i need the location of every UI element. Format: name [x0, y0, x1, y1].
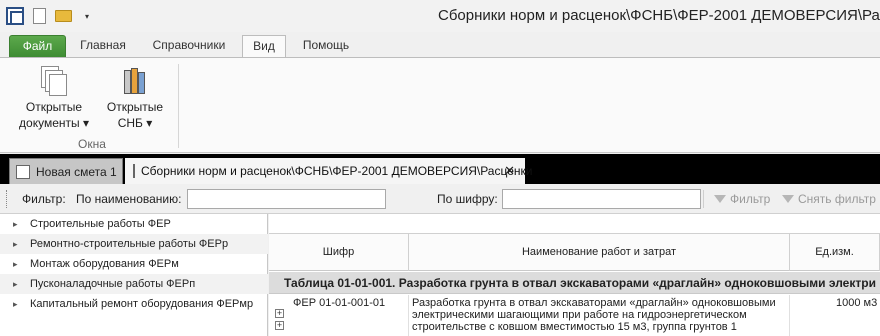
expand-arrow-icon[interactable]: ▸ [13, 234, 18, 254]
catalog-icon [133, 164, 135, 178]
ribbon-group-separator [178, 64, 179, 148]
cell-name: Разработка грунта в отвал экскаваторами … [409, 295, 790, 336]
rates-grid: Шифр Наименование работ и затрат Ед.изм.… [269, 214, 880, 336]
toolbar-separator [703, 190, 704, 208]
funnel-icon [714, 195, 726, 203]
grid-group-panel [269, 214, 880, 234]
quick-access-toolbar: ▾ [6, 7, 96, 25]
clear-funnel-icon [782, 195, 794, 203]
open-folder-icon[interactable] [54, 7, 72, 25]
expand-arrow-icon[interactable]: ▸ [13, 294, 18, 314]
expand-arrow-icon[interactable]: ▸ [13, 214, 18, 234]
by-name-label: По наименованию: [76, 192, 182, 206]
close-tab-icon[interactable]: ✕ [504, 163, 515, 179]
tab-references[interactable]: Справочники [140, 35, 238, 58]
estimate-icon [16, 164, 30, 179]
column-header-name[interactable]: Наименование работ и затрат [409, 234, 790, 271]
doc-tab-new-estimate[interactable]: Новая смета 1 [9, 158, 123, 184]
tree-item[interactable]: ▸ Ремонтно-строительные работы ФЕРр [0, 234, 268, 254]
documents-stack-icon [39, 66, 69, 96]
tab-file[interactable]: Файл [9, 35, 66, 58]
tab-home[interactable]: Главная [72, 35, 134, 58]
tab-help[interactable]: Помощь [292, 35, 360, 58]
books-icon [120, 66, 150, 96]
window-title: Сборники норм и расценок\ФСНБ\ФЕР-2001 Д… [438, 7, 880, 24]
column-header-unit[interactable]: Ед.изм. [790, 234, 880, 271]
cell-unit: 1000 м3 г [836, 297, 880, 309]
grid-header: Шифр Наименование работ и затрат Ед.изм. [269, 234, 880, 271]
tree-item[interactable]: ▸ Капитальный ремонт оборудования ФЕРмр [0, 294, 268, 314]
table-row[interactable]: + + ФЕР 01-01-001-01 Разработка грунта в… [269, 295, 880, 336]
tree-item[interactable]: ▸ Монтаж оборудования ФЕРм [0, 254, 268, 274]
tree-item[interactable]: ▸ Пусконаладочные работы ФЕРп [0, 274, 268, 294]
ribbon-panel: Открытые документы ▾ Открытые СНБ ▾ Окна [0, 57, 880, 153]
by-code-label: По шифру: [437, 192, 498, 206]
cell-code: ФЕР 01-01-001-01 [269, 295, 409, 336]
expand-arrow-icon[interactable]: ▸ [13, 274, 18, 294]
tree-item[interactable]: ▸ Строительные работы ФЕР [0, 214, 268, 234]
catalog-tree: ▸ Строительные работы ФЕР ▸ Ремонтно-стр… [0, 214, 268, 336]
title-bar: ▾ Сборники норм и расценок\ФСНБ\ФЕР-2001… [0, 0, 880, 32]
column-header-code[interactable]: Шифр [269, 234, 409, 271]
table-group-row[interactable]: Таблица 01-01-001. Разработка грунта в о… [269, 272, 880, 294]
filter-toolbar: Фильтр: По наименованию: По шифру: Фильт… [0, 184, 880, 214]
toolbar-grip[interactable] [6, 190, 9, 208]
filter-label: Фильтр: [22, 192, 66, 206]
group-title: Таблица 01-01-001. Разработка грунта в о… [284, 276, 876, 290]
doc-tab-catalog[interactable]: Сборники норм и расценок\ФСНБ\ФЕР-2001 Д… [125, 158, 532, 184]
expand-arrow-icon[interactable]: ▸ [13, 254, 18, 274]
filter-button[interactable]: Фильтр [714, 192, 770, 206]
qat-dropdown-icon[interactable]: ▾ [78, 7, 96, 25]
app-logo-icon[interactable] [6, 7, 24, 25]
tab-view[interactable]: Вид [242, 35, 286, 59]
new-document-icon[interactable] [30, 7, 48, 25]
document-tab-strip: Новая смета 1 Сборники норм и расценок\Ф… [0, 154, 880, 184]
ribbon-tab-bar: Файл Главная Справочники Вид Помощь [0, 32, 880, 59]
group-label-windows: Окна [78, 137, 106, 151]
clear-filter-button[interactable]: Снять фильтр [782, 192, 876, 206]
code-filter-input[interactable] [502, 189, 701, 209]
open-documents-button[interactable]: Открытые документы ▾ [14, 66, 94, 131]
open-snb-button[interactable]: Открытые СНБ ▾ [100, 66, 170, 131]
name-filter-input[interactable] [187, 189, 386, 209]
